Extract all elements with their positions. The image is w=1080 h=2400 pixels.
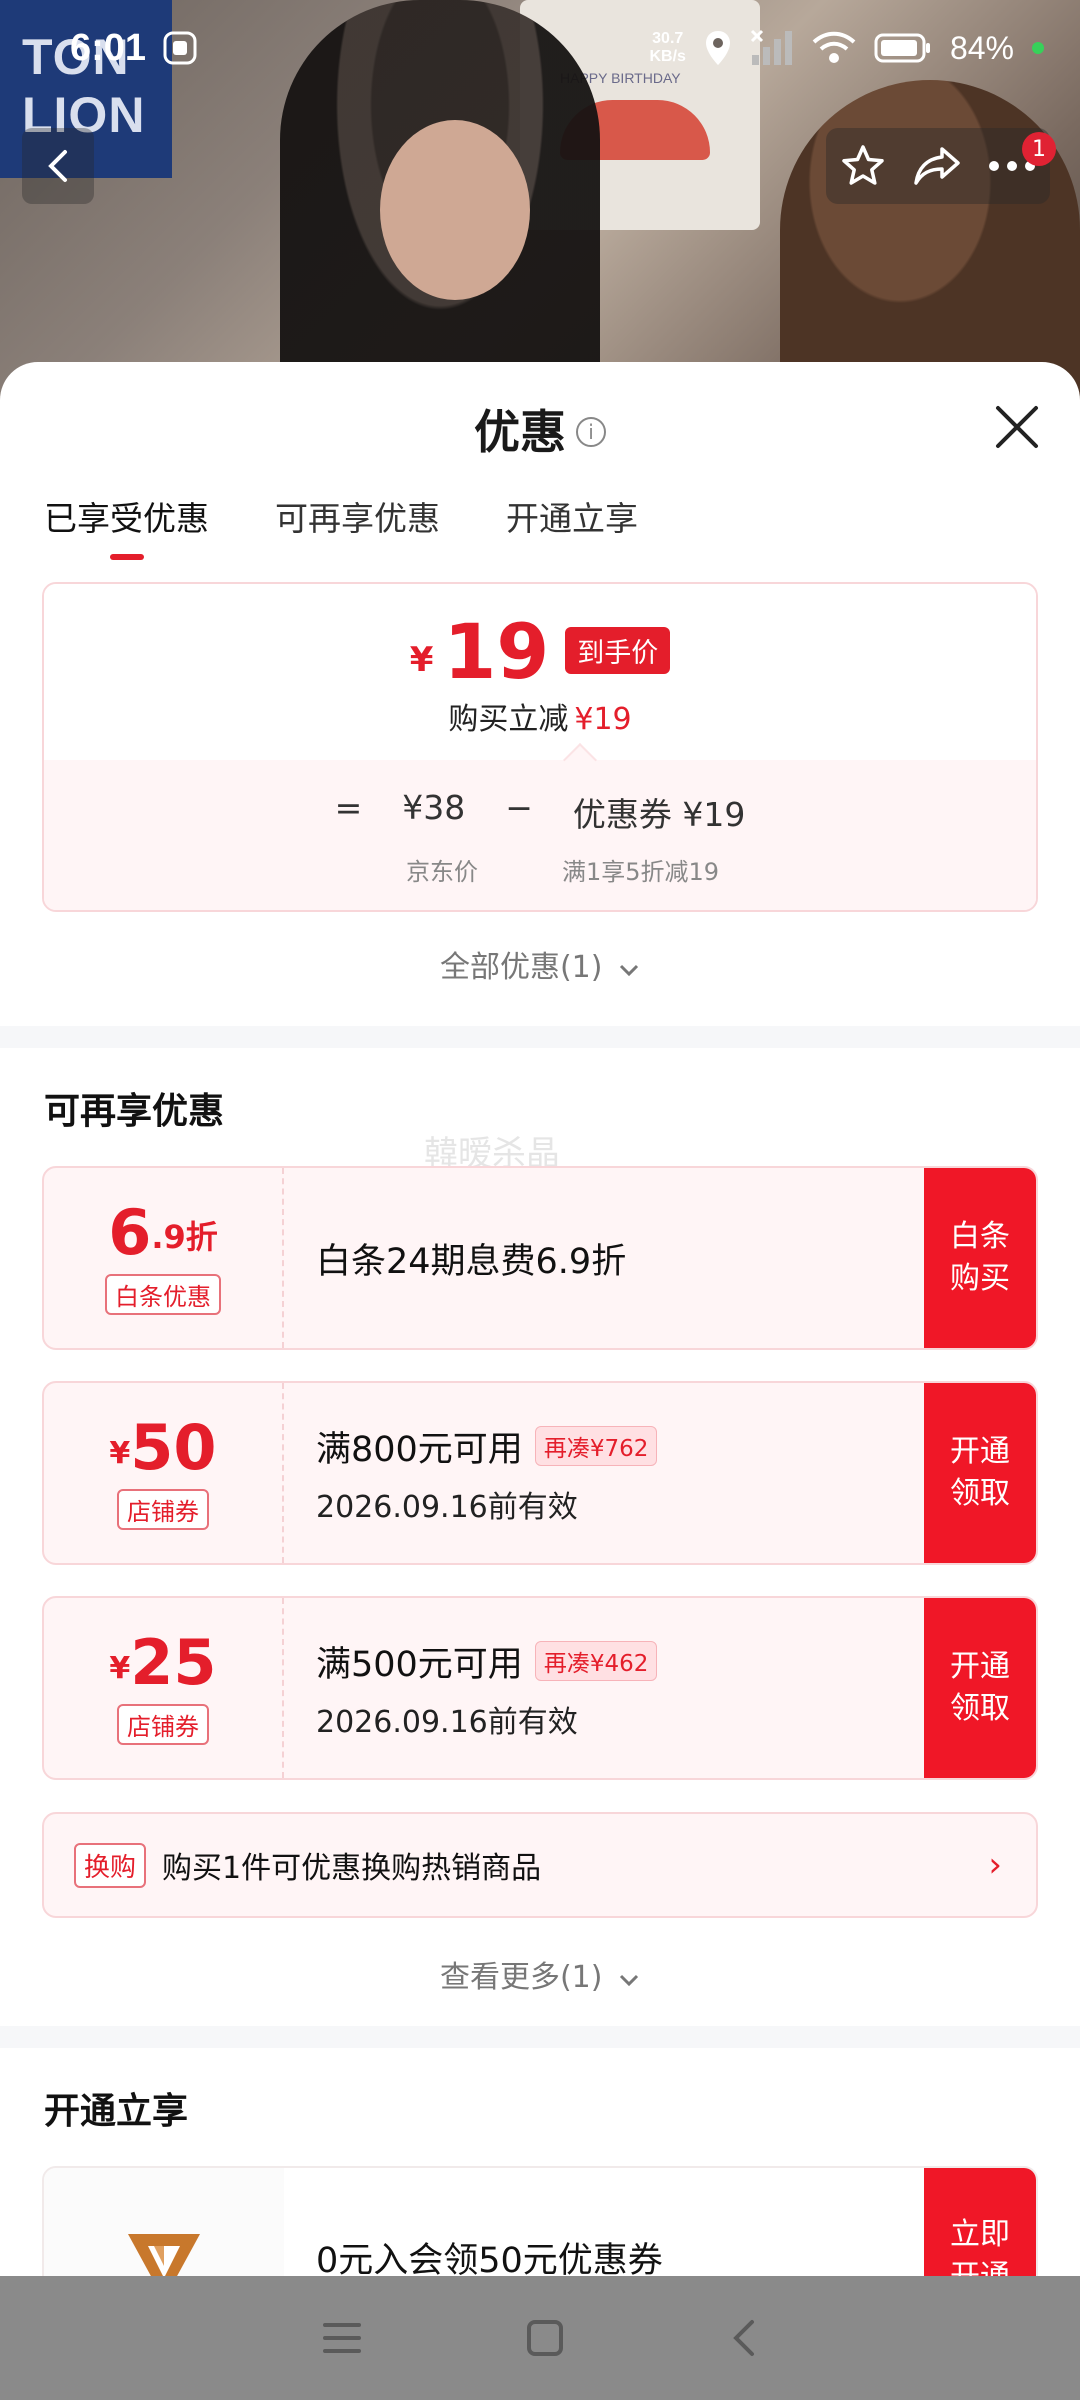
see-more-link[interactable]: 查看更多(1) bbox=[0, 1952, 1080, 1996]
section-divider bbox=[0, 2026, 1080, 2048]
menu-icon[interactable] bbox=[322, 2321, 362, 2355]
price-breakdown-card: ¥ 19 到手价 购买立减 ¥19 = ¥38 − 优惠券 ¥19 京东价 满1享… bbox=[42, 582, 1038, 912]
reduce-value: ¥19 bbox=[574, 702, 632, 737]
final-price-tag: 到手价 bbox=[565, 627, 671, 674]
coupon-gap-pill: 再凑¥762 bbox=[534, 1426, 658, 1466]
coupon-main-text: 白条24期息费6.9折 bbox=[316, 1241, 627, 1282]
jd-price-label: 京东价 bbox=[406, 858, 478, 886]
system-nav-bar bbox=[0, 2276, 1080, 2400]
open-claim-button[interactable]: 开通 领取 bbox=[924, 1598, 1036, 1778]
back-triangle-icon[interactable] bbox=[728, 2318, 758, 2358]
home-square-icon[interactable] bbox=[525, 2318, 565, 2358]
notification-badge: 1 bbox=[1022, 132, 1056, 166]
star-icon[interactable] bbox=[839, 142, 887, 190]
open-membership-button[interactable]: 立即 开通 bbox=[924, 2168, 1036, 2276]
more-offers-title: 可再享优惠 bbox=[44, 1091, 225, 1132]
coupon-info: 满500元可用 再凑¥462 2026.09.16前有效 bbox=[316, 1598, 658, 1778]
swap-text: 购买1件可优惠换购热销商品 bbox=[162, 1851, 542, 1886]
coupon-main-text: 满500元可用 再凑¥462 bbox=[316, 1636, 658, 1687]
coupon-value: 6.9折 bbox=[108, 1195, 218, 1269]
open-claim-button[interactable]: 开通 领取 bbox=[924, 1383, 1036, 1563]
final-price-line: ¥ 19 到手价 bbox=[409, 607, 671, 696]
coupon-desc: 满1享5折减19 bbox=[562, 858, 720, 886]
coupon-info: 白条24期息费6.9折 bbox=[316, 1168, 626, 1348]
net-speed: 30.7 KB/s bbox=[649, 30, 686, 65]
close-icon[interactable] bbox=[994, 404, 1040, 450]
swap-offer-row[interactable]: 换购 购买1件可优惠换购热销商品 › bbox=[42, 1812, 1038, 1918]
all-offers-link[interactable]: 全部优惠(1) bbox=[0, 942, 1080, 986]
chevron-down-icon bbox=[619, 964, 639, 977]
privacy-indicator-dot bbox=[1032, 42, 1044, 54]
coupon-validity: 2026.09.16前有效 bbox=[316, 1704, 578, 1740]
member-logo-block bbox=[44, 2168, 284, 2276]
coupon-info: 满800元可用 再凑¥762 2026.09.16前有效 bbox=[316, 1383, 658, 1563]
top-actions bbox=[826, 128, 1050, 204]
tab-more-offers[interactable]: 可再享优惠 bbox=[275, 492, 440, 560]
share-icon[interactable] bbox=[912, 143, 962, 189]
offers-sheet: 优惠 i 已享受优惠 可再享优惠 开通立享 ¥ 19 到手价 购买立减 ¥19 = … bbox=[0, 362, 1080, 2276]
final-price: 19 bbox=[443, 607, 550, 696]
chevron-down-icon bbox=[619, 1974, 639, 1987]
coupon-value-block: 6.9折 白条优惠 bbox=[44, 1168, 284, 1348]
open-now-title: 开通立享 bbox=[44, 2091, 189, 2132]
wifi-icon bbox=[812, 31, 856, 63]
signal-icon bbox=[750, 29, 792, 65]
status-bar: 6:01 30.7 KB/s 84% bbox=[0, 0, 1080, 96]
app-notification-icon bbox=[163, 31, 197, 65]
reduce-label: 购买立减 bbox=[448, 702, 569, 737]
location-icon bbox=[705, 31, 730, 65]
final-price-block: ¥ 19 到手价 购买立减 ¥19 bbox=[44, 584, 1036, 760]
coupon-amount: 优惠券 ¥19 bbox=[572, 795, 746, 834]
info-icon[interactable]: i bbox=[576, 416, 606, 447]
section-divider bbox=[0, 1026, 1080, 1048]
coupon-main-text: 满800元可用 再凑¥762 bbox=[316, 1421, 658, 1472]
coupon-gap-pill: 再凑¥462 bbox=[534, 1641, 658, 1681]
battery-icon bbox=[874, 33, 930, 63]
reduce-line: 购买立减 ¥19 bbox=[44, 694, 1036, 738]
brand-v-logo-icon bbox=[128, 2234, 200, 2276]
tab-enjoyed[interactable]: 已享受优惠 bbox=[44, 492, 209, 560]
price-formula: = ¥38 − 优惠券 ¥19 京东价 满1享5折减19 bbox=[44, 760, 1036, 910]
person-face bbox=[380, 120, 530, 300]
chevron-left-icon bbox=[48, 150, 67, 182]
coupon-type-tag: 店铺券 bbox=[117, 1488, 209, 1530]
formula-row: = ¥38 − 优惠券 ¥19 bbox=[44, 788, 1036, 836]
coupon-validity: 2026.09.16前有效 bbox=[316, 1489, 578, 1525]
equals-sign: = bbox=[334, 788, 363, 827]
jd-price: ¥38 bbox=[402, 788, 466, 827]
sheet-title: 优惠 i bbox=[0, 396, 1080, 462]
minus-sign: − bbox=[505, 788, 533, 827]
coupon-type-tag: 白条优惠 bbox=[105, 1273, 221, 1315]
tab-open-now[interactable]: 开通立享 bbox=[506, 492, 638, 560]
coupon-store-25: ¥25 店铺券 满500元可用 再凑¥462 2026.09.16前有效 开通 领取 bbox=[42, 1596, 1038, 1780]
coupon-value-block: ¥50 店铺券 bbox=[44, 1383, 284, 1563]
swap-tag: 换购 bbox=[74, 1842, 147, 1888]
chevron-right-icon: › bbox=[988, 1845, 1002, 1885]
status-time: 6:01 bbox=[70, 26, 147, 69]
back-button[interactable] bbox=[22, 128, 94, 204]
coupon-value: ¥50 bbox=[109, 1410, 217, 1484]
baitiao-buy-button[interactable]: 白条 购买 bbox=[924, 1168, 1036, 1348]
currency-symbol: ¥ bbox=[409, 640, 434, 680]
coupon-value: ¥25 bbox=[109, 1625, 217, 1699]
coupon-type-tag: 店铺券 bbox=[117, 1703, 209, 1745]
coupon-store-50: ¥50 店铺券 满800元可用 再凑¥762 2026.09.16前有效 开通 领取 bbox=[42, 1381, 1038, 1565]
coupon-baitiao: 6.9折 白条优惠 白条24期息费6.9折 白条 购买 bbox=[42, 1166, 1038, 1350]
coupon-value-block: ¥25 店铺券 bbox=[44, 1598, 284, 1778]
offer-tabs: 已享受优惠 可再享优惠 开通立享 bbox=[44, 492, 638, 560]
membership-text: 0元入会领50元优惠券 bbox=[316, 2241, 663, 2276]
membership-offer: 0元入会领50元优惠券 立即 开通 bbox=[42, 2166, 1038, 2276]
battery-percent: 84% bbox=[949, 29, 1014, 66]
